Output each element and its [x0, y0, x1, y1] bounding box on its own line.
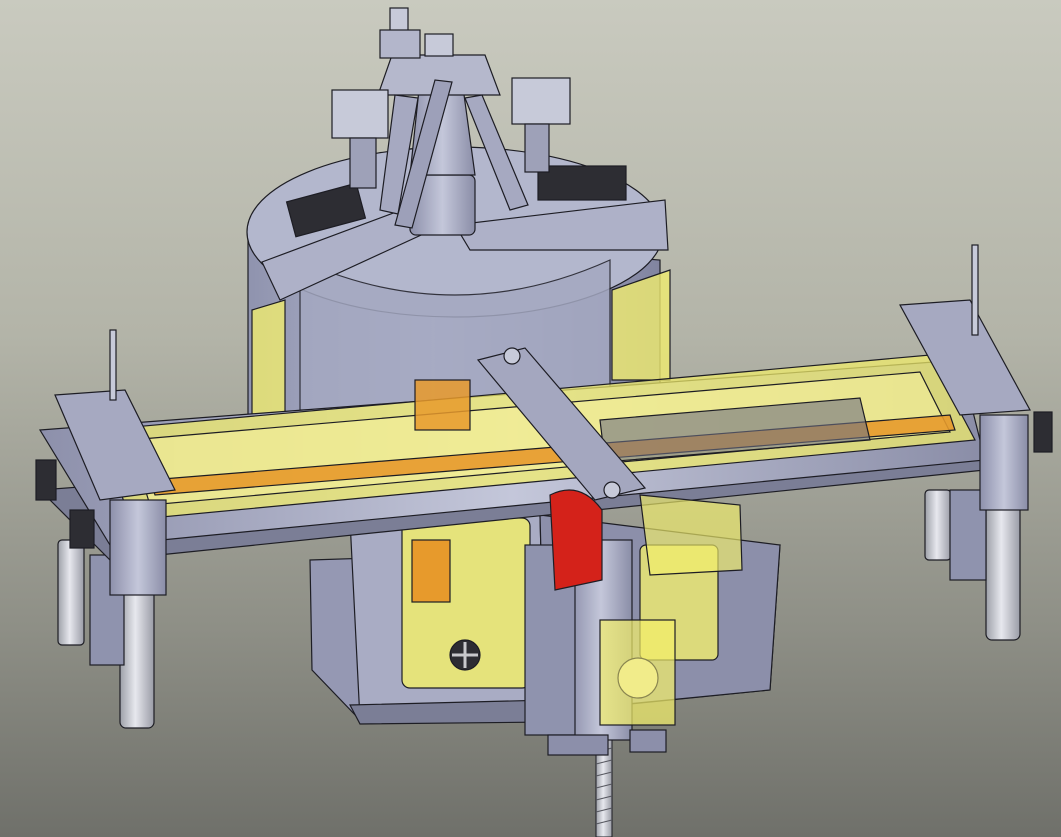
assembly-render	[35, 7, 1053, 837]
red-worm-gear	[549, 489, 603, 591]
cad-viewport[interactable]	[0, 0, 1061, 837]
